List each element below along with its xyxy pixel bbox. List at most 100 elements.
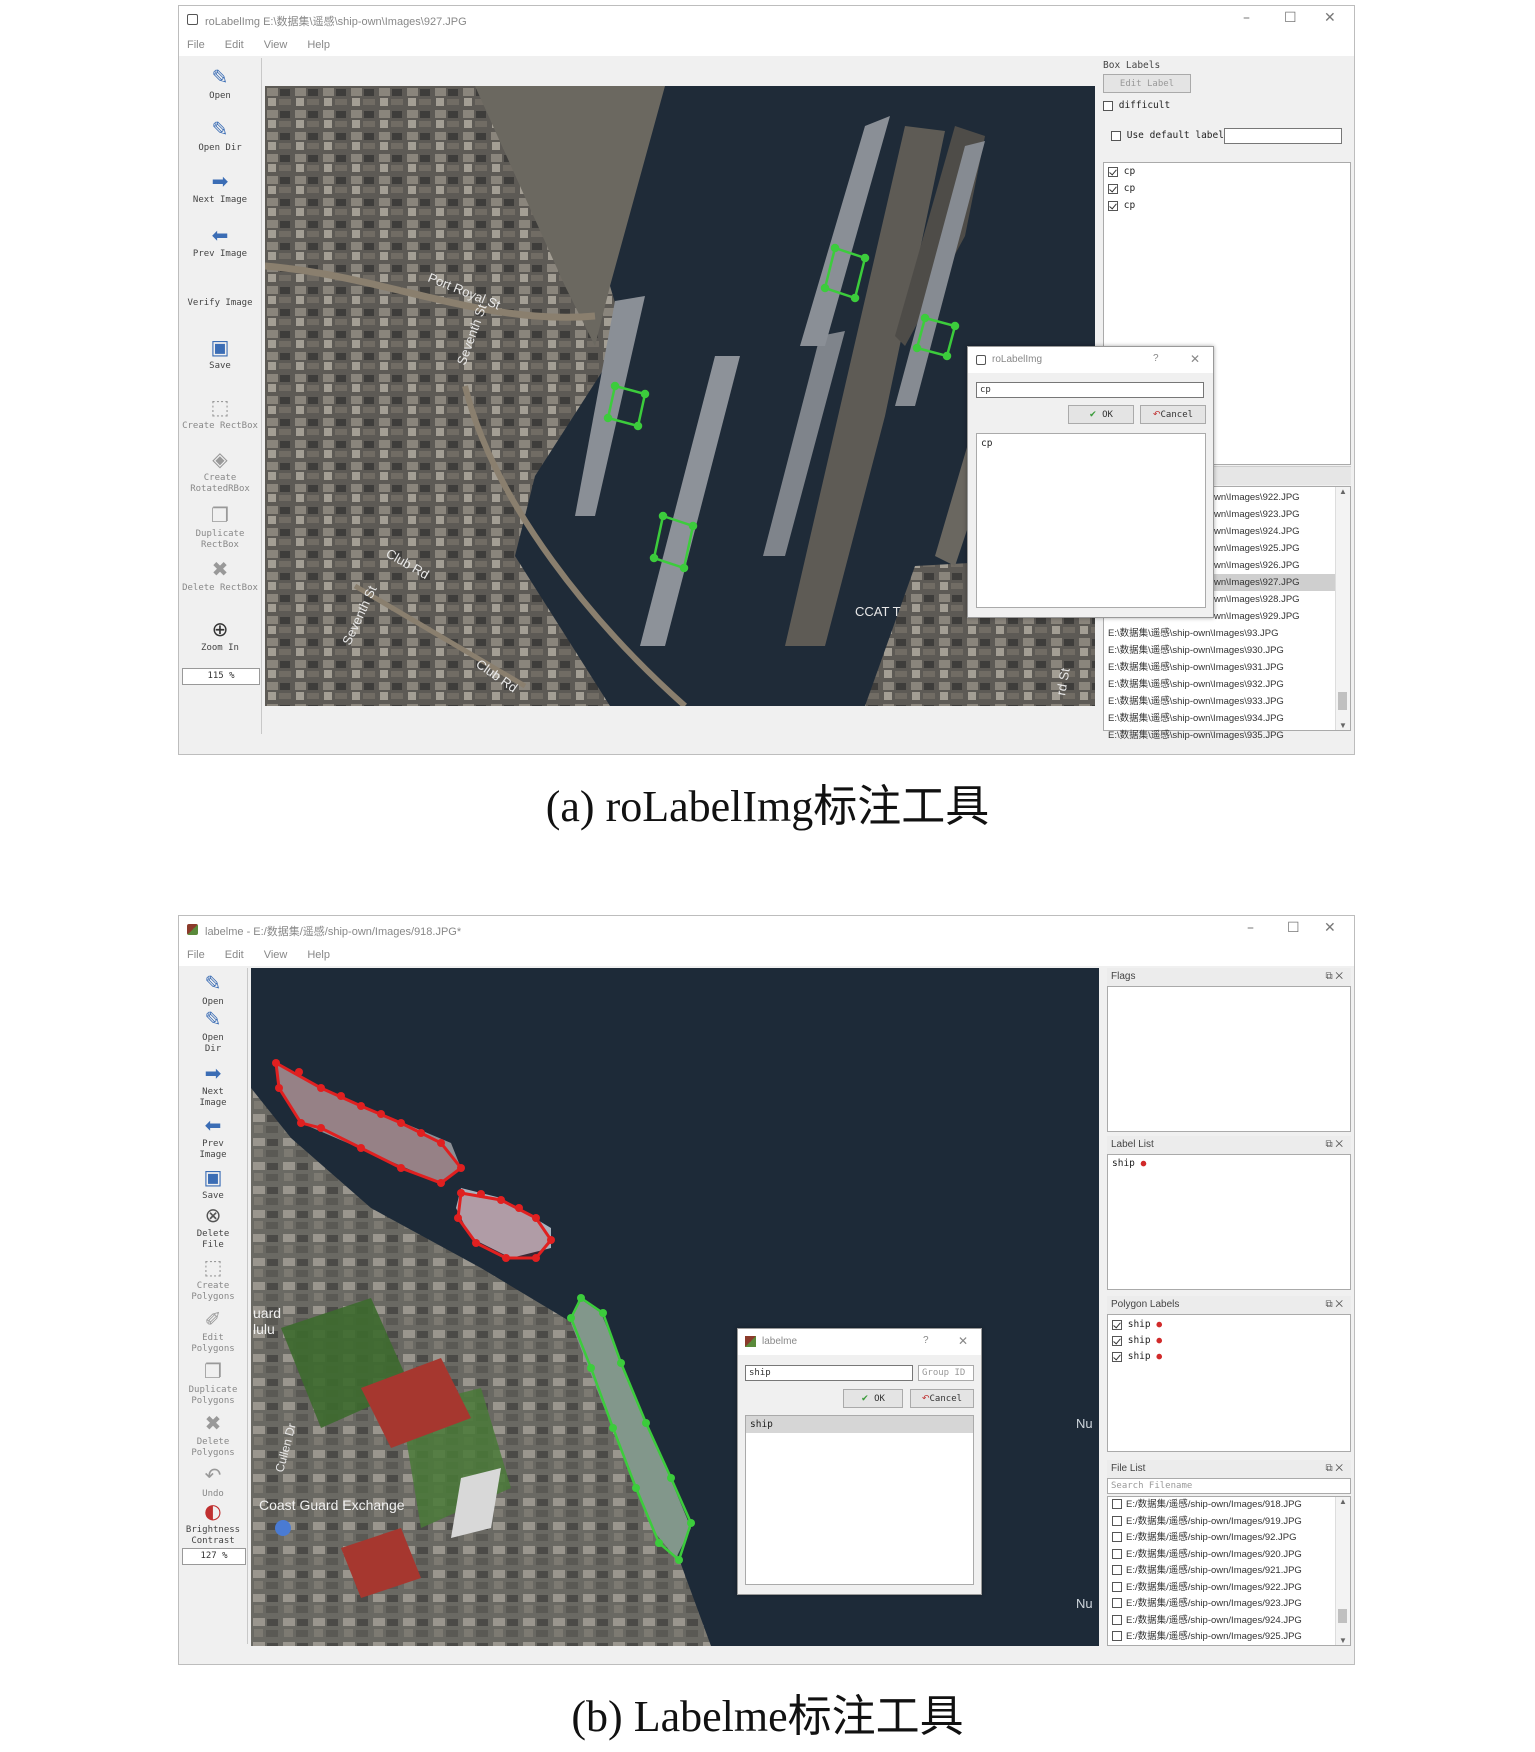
duplicate-polygons-button[interactable]: ❐ Duplicate Polygons xyxy=(179,1360,247,1407)
dock-float-close-icon[interactable]: ⧉ ✕ xyxy=(1325,1136,1343,1154)
file-list[interactable]: E:/数据集/遥感/ship-own/Images/918.JPG E:/数据集/… xyxy=(1107,1496,1351,1646)
ok-button[interactable]: ✔ OK xyxy=(843,1389,903,1408)
undo-button[interactable]: ↶ Undo xyxy=(179,1464,247,1500)
cancel-button[interactable]: ↶Cancel xyxy=(1140,405,1206,424)
duplicate-rectbox-button[interactable]: ❐ Duplicate RectBox xyxy=(182,504,258,551)
label-suggestion-item[interactable]: ship xyxy=(746,1416,973,1433)
checkbox[interactable] xyxy=(1112,1532,1122,1543)
create-rectbox-button[interactable]: ⬚ Create RectBox xyxy=(182,396,258,432)
maximize-button[interactable]: ☐ xyxy=(1287,920,1300,936)
polygon-labels-list[interactable]: ship ● ship ● ship ● xyxy=(1107,1314,1351,1452)
file-list-item[interactable]: E:\数据集\遥感\ship-own\Images\932.JPG xyxy=(1104,676,1336,693)
default-label-input[interactable] xyxy=(1224,128,1342,144)
checkbox[interactable] xyxy=(1112,1548,1122,1559)
box-label-item[interactable]: cp xyxy=(1108,163,1350,180)
save-button[interactable]: ▣ Save xyxy=(179,1166,247,1202)
scroll-down-icon[interactable]: ▼ xyxy=(1336,721,1350,730)
checkbox[interactable] xyxy=(1112,1614,1122,1625)
file-list-item[interactable]: E:\数据集\遥感\ship-own\Images\93.JPG xyxy=(1104,625,1336,642)
open-dir-button[interactable]: ✎ Open Dir xyxy=(179,1008,247,1055)
checkbox[interactable] xyxy=(1112,1631,1122,1642)
create-rotatedbox-button[interactable]: ◈ Create RotatedRBox xyxy=(182,448,258,495)
zoom-in-button[interactable]: ⊕ Zoom In xyxy=(179,618,261,654)
file-list-item[interactable]: E:/数据集/遥感/ship-own/Images/922.JPG xyxy=(1108,1580,1336,1597)
menu-file[interactable]: File xyxy=(187,34,205,56)
edit-polygons-button[interactable]: ✐ Edit Polygons xyxy=(179,1308,247,1355)
brightness-contrast-button[interactable]: ◐ Brightness Contrast xyxy=(179,1500,247,1547)
dock-float-close-icon[interactable]: ⧉ ✕ xyxy=(1325,1460,1343,1478)
checkbox[interactable] xyxy=(1112,1335,1122,1346)
box-label-item[interactable]: cp xyxy=(1108,197,1350,214)
maximize-button[interactable]: ☐ xyxy=(1284,10,1297,26)
group-id-input[interactable]: Group ID xyxy=(918,1365,974,1381)
zoom-value[interactable]: 115 % xyxy=(182,668,260,685)
next-image-button[interactable]: ➡ Next Image xyxy=(179,170,261,206)
file-list-item[interactable]: E:/数据集/遥感/ship-own/Images/923.JPG xyxy=(1108,1596,1336,1613)
checkbox[interactable] xyxy=(1112,1351,1122,1362)
scroll-thumb[interactable] xyxy=(1338,692,1347,710)
checkbox[interactable] xyxy=(1112,1499,1122,1510)
menu-view[interactable]: View xyxy=(264,944,288,966)
menu-help[interactable]: Help xyxy=(307,34,330,56)
prev-image-button[interactable]: ⬅ Prev Image xyxy=(179,224,261,260)
scroll-up-icon[interactable]: ▲ xyxy=(1336,1497,1350,1506)
scroll-thumb[interactable] xyxy=(1338,1609,1347,1623)
scroll-down-icon[interactable]: ▼ xyxy=(1336,1636,1350,1645)
menu-view[interactable]: View xyxy=(264,34,288,56)
dock-float-close-icon[interactable]: ⧉ ✕ xyxy=(1325,1296,1343,1314)
checkbox[interactable] xyxy=(1108,183,1118,194)
file-list-scrollbar[interactable]: ▲ ▼ xyxy=(1335,1497,1350,1645)
file-list-item[interactable]: E:/数据集/遥感/ship-own/Images/924.JPG xyxy=(1108,1613,1336,1630)
prev-image-button[interactable]: ⬅ Prev Image xyxy=(179,1114,247,1161)
minimize-button[interactable]: – xyxy=(1243,10,1250,26)
next-image-button[interactable]: ➡ Next Image xyxy=(179,1062,247,1109)
open-dir-button[interactable]: ✎ Open Dir xyxy=(179,118,261,154)
label-suggestion-list[interactable]: cp xyxy=(976,433,1206,608)
file-list-item[interactable]: E:\数据集\遥感\ship-own\Images\934.JPG xyxy=(1104,710,1336,727)
polygon-label-item[interactable]: ship ● xyxy=(1112,1349,1346,1365)
menu-edit[interactable]: Edit xyxy=(225,34,244,56)
file-list-item[interactable]: E:/数据集/遥感/ship-own/Images/921.JPG xyxy=(1108,1563,1336,1580)
polygon-label-item[interactable]: ship ● xyxy=(1112,1333,1346,1349)
use-default-label-checkbox[interactable]: Use default label xyxy=(1111,130,1224,141)
checkbox[interactable] xyxy=(1112,1565,1122,1576)
create-polygons-button[interactable]: ⬚ Create Polygons xyxy=(179,1256,247,1303)
checkbox[interactable] xyxy=(1108,166,1118,177)
checkbox[interactable] xyxy=(1112,1598,1122,1609)
file-list-item[interactable]: E:/数据集/遥感/ship-own/Images/925.JPG xyxy=(1108,1629,1336,1646)
file-list-scrollbar[interactable]: ▲ ▼ xyxy=(1335,487,1350,730)
dialog-close-button[interactable]: ✕ xyxy=(958,1334,968,1348)
close-button[interactable]: ✕ xyxy=(1324,920,1336,936)
scroll-up-icon[interactable]: ▲ xyxy=(1336,487,1350,496)
delete-file-button[interactable]: ⊗ Delete File xyxy=(179,1204,247,1251)
file-list-item[interactable]: E:/数据集/遥感/ship-own/Images/92.JPG xyxy=(1108,1530,1336,1547)
delete-rectbox-button[interactable]: ✖ Delete RectBox xyxy=(182,558,258,594)
open-button[interactable]: ✎ Open xyxy=(179,66,261,102)
label-input[interactable]: cp xyxy=(976,382,1204,398)
delete-polygons-button[interactable]: ✖ Delete Polygons xyxy=(179,1412,247,1459)
dock-float-close-icon[interactable]: ⧉ ✕ xyxy=(1325,968,1343,986)
close-button[interactable]: ✕ xyxy=(1324,10,1336,26)
checkbox[interactable] xyxy=(1112,1581,1122,1592)
menu-help[interactable]: Help xyxy=(307,944,330,966)
label-list[interactable]: ship ● xyxy=(1107,1154,1351,1290)
cancel-button[interactable]: ↶Cancel xyxy=(910,1389,974,1408)
label-input[interactable]: ship xyxy=(745,1365,913,1381)
checkbox[interactable] xyxy=(1112,1319,1122,1330)
flags-list[interactable] xyxy=(1107,986,1351,1132)
box-label-item[interactable]: cp xyxy=(1108,180,1350,197)
polygon-label-item[interactable]: ship ● xyxy=(1112,1317,1346,1333)
file-list-item[interactable]: E:\数据集\遥感\ship-own\Images\931.JPG xyxy=(1104,659,1336,676)
file-list-item[interactable]: E:/数据集/遥感/ship-own/Images/919.JPG xyxy=(1108,1514,1336,1531)
label-suggestion-list[interactable]: ship xyxy=(745,1415,974,1585)
minimize-button[interactable]: – xyxy=(1247,920,1254,936)
checkbox[interactable] xyxy=(1108,200,1118,211)
file-list-item[interactable]: E:/数据集/遥感/ship-own/Images/918.JPG xyxy=(1108,1497,1336,1514)
difficult-checkbox[interactable]: difficult xyxy=(1103,100,1170,111)
menu-edit[interactable]: Edit xyxy=(225,944,244,966)
edit-label-button[interactable]: Edit Label xyxy=(1103,74,1191,93)
file-list-item[interactable]: E:\数据集\遥感\ship-own\Images\933.JPG xyxy=(1104,693,1336,710)
menu-file[interactable]: File xyxy=(187,944,205,966)
file-list-item[interactable]: E:\数据集\遥感\ship-own\Images\935.JPG xyxy=(1104,727,1336,744)
label-suggestion-item[interactable]: cp xyxy=(977,434,1205,453)
